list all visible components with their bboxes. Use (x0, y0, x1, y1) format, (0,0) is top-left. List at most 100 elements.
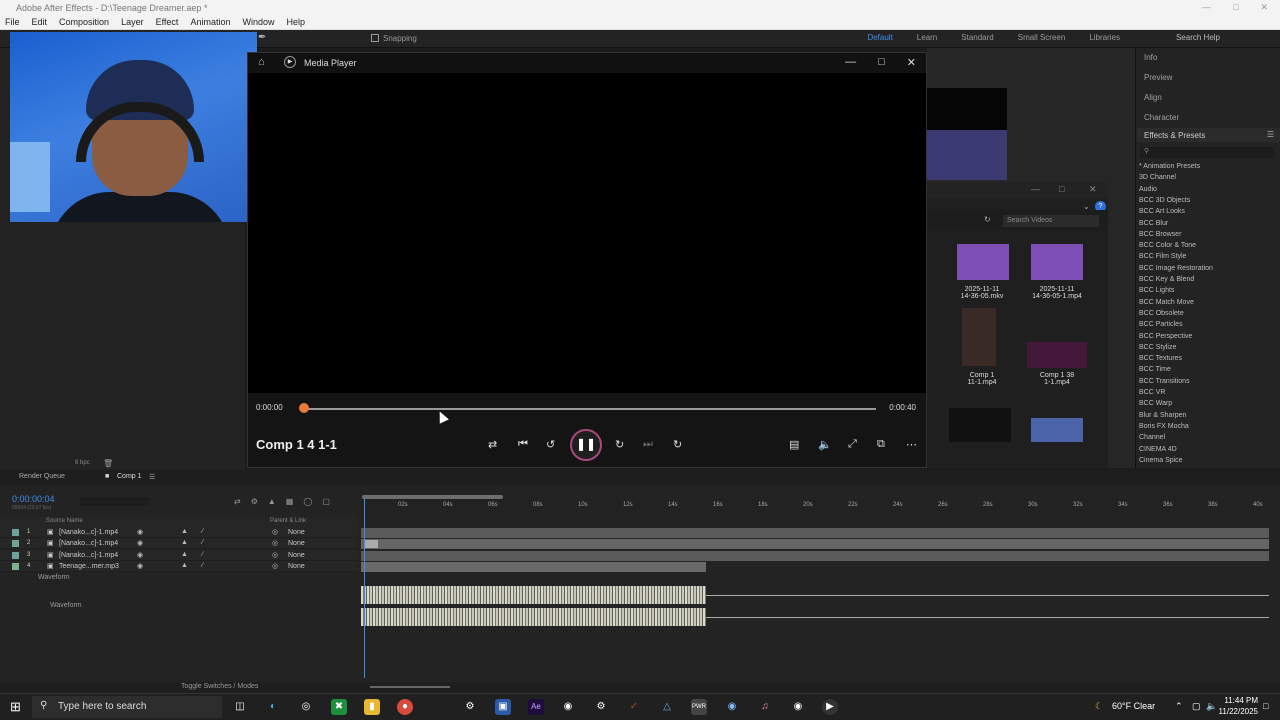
file-explorer-icon[interactable]: ▮ (364, 699, 380, 715)
motion-blur-icon[interactable]: ⇄ (234, 497, 241, 506)
effect-category[interactable]: BCC Perspective (1139, 333, 1192, 340)
effects-presets-header[interactable]: Effects & Presets ☰ (1137, 128, 1280, 142)
weather-text[interactable]: 60°F Clear (1112, 701, 1155, 711)
effect-category[interactable]: BCC Lights (1139, 287, 1174, 294)
effect-category[interactable]: BCC Blur (1139, 220, 1168, 227)
mini-player-icon[interactable]: ⧉ (877, 438, 885, 451)
effect-category[interactable]: BCC Image Restoration (1139, 265, 1213, 272)
app-icon[interactable]: PWR (691, 699, 707, 715)
seek-thumb[interactable] (299, 403, 309, 413)
more-options-icon[interactable]: ⋯ (906, 438, 917, 451)
time-ruler[interactable] (357, 498, 1274, 518)
video-thumbnail[interactable] (957, 244, 1009, 280)
shuffle-icon[interactable]: ⇄ (488, 438, 497, 451)
clock-date[interactable]: 11/22/2025 (1208, 707, 1258, 716)
parent-select[interactable]: None (288, 540, 305, 547)
rewind-10-icon[interactable]: ↺ (546, 438, 555, 451)
close-icon[interactable]: ✕ (907, 56, 916, 69)
layer-row[interactable]: 1 ▣ [Nanako...c]-1.mp4 ◉ ▲ ∕ ◎ None (0, 527, 357, 538)
fullscreen-icon[interactable]: ⤢ (848, 438, 857, 451)
effect-category[interactable]: BCC Key & Blend (1139, 276, 1194, 283)
app-icon[interactable]: △ (659, 699, 675, 715)
keyframe-icon[interactable]: ▢ (322, 497, 330, 506)
effect-category[interactable]: Boris FX Mocha (1139, 423, 1189, 430)
bpc-label[interactable]: 8 bpc (75, 460, 90, 466)
pen-tool-icon[interactable]: ✒ (258, 32, 266, 43)
effect-category[interactable]: BCC Textures (1139, 355, 1182, 362)
panel-preview[interactable]: Preview (1144, 73, 1172, 82)
chrome-icon[interactable]: ● (397, 699, 413, 715)
effect-category[interactable]: * Animation Presets (1139, 163, 1200, 170)
chevron-down-icon[interactable]: ⌄ (1083, 202, 1093, 211)
repeat-icon[interactable]: ↻ (673, 438, 682, 451)
label-color-swatch[interactable] (12, 551, 19, 559)
effects-search-input[interactable]: ⚲ (1140, 147, 1274, 158)
layer-bar[interactable] (361, 539, 1269, 549)
layer-name[interactable]: [Nanako...c]-1.mp4 (59, 552, 118, 559)
minimize-icon[interactable]: — (845, 56, 856, 69)
timeline-search-input[interactable] (80, 497, 150, 506)
effect-category[interactable]: BCC Art Looks (1139, 208, 1185, 215)
video-thumbnail[interactable] (1027, 342, 1087, 368)
network-icon[interactable]: ▢ (1192, 701, 1201, 712)
waveform-property[interactable]: Waveform (38, 574, 70, 581)
close-icon[interactable]: ✕ (1089, 184, 1097, 195)
menu-icon[interactable]: ☰ (1267, 130, 1274, 139)
weather-icon[interactable]: ☾ (1095, 701, 1103, 712)
menu-help[interactable]: Help (286, 17, 305, 29)
layer-name[interactable]: Teenage...mer.mp3 (59, 563, 119, 570)
menu-file[interactable]: File (5, 17, 20, 29)
current-time-indicator[interactable] (364, 498, 365, 678)
parent-select[interactable]: None (288, 552, 305, 559)
shy-icon[interactable]: ▲ (268, 497, 276, 506)
effect-category[interactable]: BCC Obsolete (1139, 310, 1184, 317)
parent-select[interactable]: None (288, 529, 305, 536)
quality-icon[interactable]: ∕ (202, 562, 203, 569)
draft-3d-icon[interactable]: ▦ (286, 497, 294, 506)
video-item-label[interactable]: 2025-11-11 14-36-05.mkv (942, 286, 1022, 300)
effect-category[interactable]: Audio (1139, 186, 1157, 193)
tiktok-icon[interactable]: ♫ (757, 699, 773, 715)
video-thumbnail[interactable] (949, 408, 1011, 442)
menu-layer[interactable]: Layer (121, 17, 144, 29)
effect-category[interactable]: BCC Match Move (1139, 299, 1194, 306)
app-icon[interactable]: ◉ (560, 699, 576, 715)
effect-category[interactable]: BCC Color & Tone (1139, 242, 1196, 249)
label-color-swatch[interactable] (12, 562, 19, 570)
video-item-label[interactable]: Comp 1 38 1-1.mp4 (1017, 372, 1097, 386)
menu-window[interactable]: Window (242, 17, 274, 29)
effect-category[interactable]: CINEMA 4D (1139, 446, 1177, 453)
menu-animation[interactable]: Animation (190, 17, 230, 29)
discord-icon[interactable]: ◉ (724, 699, 740, 715)
layer-bar[interactable] (361, 528, 1269, 538)
eye-icon[interactable]: ◉ (137, 528, 143, 536)
effect-category[interactable]: BCC Film Style (1139, 253, 1186, 260)
eye-icon[interactable]: ◉ (137, 539, 143, 547)
video-thumbnail[interactable] (1031, 244, 1083, 280)
effect-category[interactable]: BCC Time (1139, 366, 1171, 373)
video-item-label[interactable]: Comp 1 11-1.mp4 (942, 372, 1022, 386)
workspace-small-screen[interactable]: Small Screen (1018, 33, 1066, 42)
after-effects-icon[interactable]: Ae (528, 699, 544, 715)
notification-icon[interactable]: □ (1263, 701, 1268, 711)
taskbar-search-box[interactable]: ⚲ Type here to search (32, 696, 222, 718)
layer-row[interactable]: 4 ▣ Teenage...mer.mp3 ◉ ▲ ∕ ◎ None (0, 560, 357, 572)
shy-icon[interactable]: ▲ (181, 528, 188, 535)
menu-composition[interactable]: Composition (59, 17, 109, 29)
effect-category[interactable]: BCC Warp (1139, 400, 1172, 407)
effect-category[interactable]: BCC Browser (1139, 231, 1181, 238)
chevron-up-icon[interactable]: ⌃ (1175, 701, 1183, 712)
effect-category[interactable]: 3D Channel (1139, 174, 1176, 181)
pickwhip-icon[interactable]: ◎ (272, 539, 278, 547)
layer-bar[interactable] (361, 551, 1269, 561)
frame-blend-icon[interactable]: ⚙ (251, 497, 258, 506)
eye-icon[interactable]: ◉ (137, 562, 143, 570)
previous-icon[interactable]: ⏮ (518, 438, 528, 451)
shy-icon[interactable]: ▲ (181, 551, 188, 558)
label-color-swatch[interactable] (12, 529, 19, 536)
tab-render-queue[interactable]: Render Queue (19, 473, 65, 480)
layer-row[interactable]: 3 ▣ [Nanako...c]-1.mp4 ◉ ▲ ∕ ◎ None (0, 549, 357, 561)
toggle-switches-modes[interactable]: Toggle Switches / Modes (181, 683, 258, 690)
task-view-icon[interactable]: ◫ (232, 699, 248, 715)
panel-info[interactable]: Info (1144, 53, 1157, 62)
